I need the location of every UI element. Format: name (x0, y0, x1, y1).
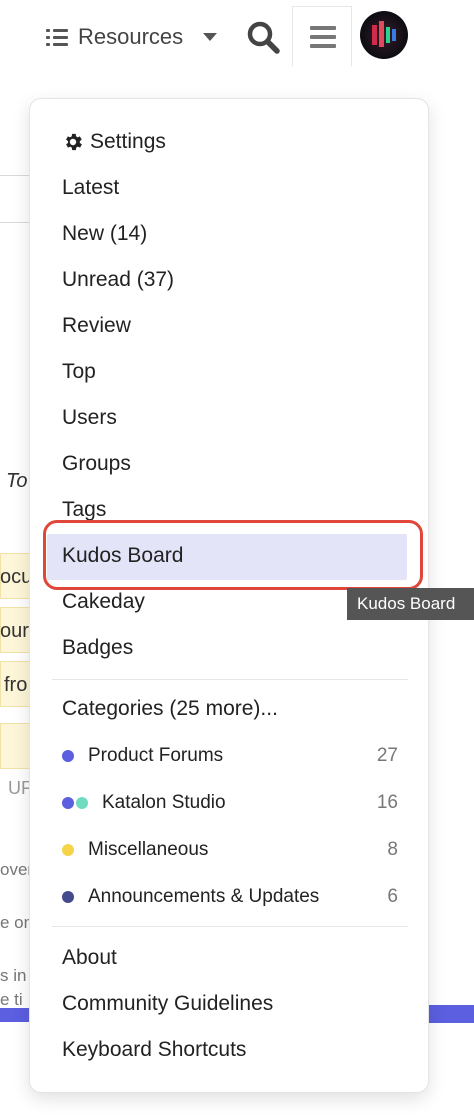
list-icon (46, 28, 68, 46)
menu-divider (52, 679, 408, 680)
resources-label: Resources (78, 24, 184, 49)
category-item-announcements-updates[interactable]: Announcements & Updates 6 (62, 879, 398, 915)
category-count: 6 (387, 886, 398, 907)
category-name: Katalon Studio (102, 792, 226, 813)
category-item-katalon-studio[interactable]: Katalon Studio 16 (62, 785, 398, 821)
gear-icon (66, 133, 82, 151)
category-color-badge (62, 891, 88, 903)
category-name: Product Forums (88, 745, 224, 766)
category-color-badge (62, 844, 88, 856)
category-name: Announcements & Updates (88, 886, 320, 907)
background-text: e ti (0, 990, 23, 1009)
page: To ocu our fro UF over e on s in e ti Re… (0, 0, 474, 1116)
category-name: Miscellaneous (88, 839, 209, 860)
background-text: s in (0, 966, 27, 985)
menu-item-categories[interactable]: Categories (25 more)... (62, 689, 278, 729)
menu-item-badges[interactable]: Badges (62, 628, 133, 668)
menu-divider (52, 926, 408, 927)
chevron-down-icon (203, 33, 218, 41)
background-text: To (6, 470, 28, 492)
menu-item-users[interactable]: Users (62, 398, 117, 438)
category-item-product-forums[interactable]: Product Forums 27 (62, 738, 398, 774)
category-count: 16 (376, 792, 398, 813)
annotation-highlight-ring (43, 520, 423, 590)
category-color-badge (62, 797, 102, 809)
menu-item-keyboard-shortcuts[interactable]: Keyboard Shortcuts (62, 1030, 246, 1070)
menu-item-top[interactable]: Top (62, 352, 96, 392)
menu-item-label: Settings (90, 130, 166, 153)
menu-item-new[interactable]: New (14) (62, 214, 147, 254)
background-divider (0, 175, 30, 176)
menu-item-settings[interactable]: Settings (62, 122, 166, 162)
background-topic-row (0, 723, 30, 769)
hamburger-menu-button[interactable] (292, 6, 352, 66)
background-accent-bar (0, 1008, 30, 1022)
menu-item-latest[interactable]: Latest (62, 168, 119, 208)
background-text: our (0, 620, 29, 642)
category-count: 27 (376, 745, 398, 766)
category-item-miscellaneous[interactable]: Miscellaneous 8 (62, 832, 398, 868)
search-button[interactable] (244, 18, 282, 56)
menu-item-groups[interactable]: Groups (62, 444, 131, 484)
category-color-badge (62, 750, 88, 762)
search-icon (247, 21, 280, 54)
menu-item-review[interactable]: Review (62, 306, 131, 346)
menu-item-about[interactable]: About (62, 938, 117, 978)
background-text: fro (4, 674, 28, 696)
resources-dropdown[interactable]: Resources (46, 18, 218, 56)
tooltip: Kudos Board (347, 588, 474, 620)
menu-item-community-guidelines[interactable]: Community Guidelines (62, 984, 273, 1024)
category-count: 8 (387, 839, 398, 860)
hamburger-menu-icon (310, 26, 336, 48)
avatar[interactable] (360, 11, 408, 59)
site-header: Resources (0, 0, 474, 72)
background-text: ocu (0, 566, 33, 588)
menu-item-unread[interactable]: Unread (37) (62, 260, 174, 300)
background-divider (0, 222, 30, 223)
